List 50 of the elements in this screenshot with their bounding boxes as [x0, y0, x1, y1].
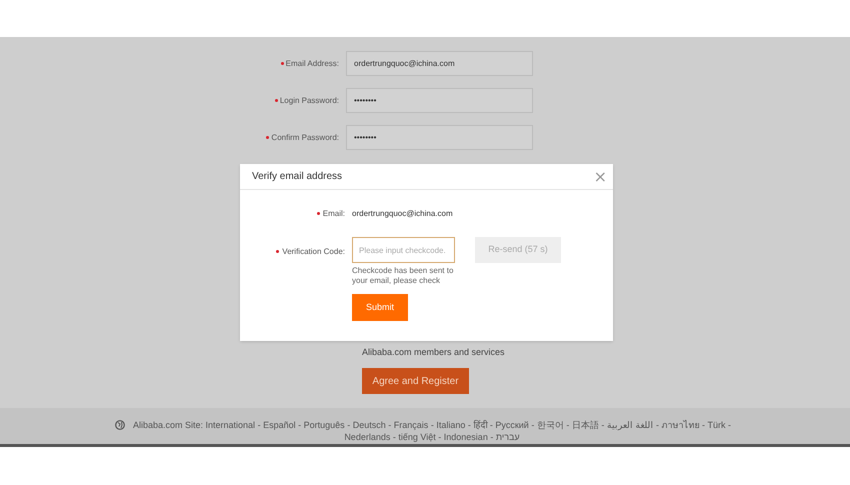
field-label: Login Password:	[280, 94, 339, 106]
checkcode-hint: Checkcode has been sent to your email, please check	[352, 266, 454, 286]
register-button[interactable]: Agree and Register	[362, 368, 469, 394]
language-link[interactable]: اللغة العربية	[606, 420, 654, 430]
separator: -	[531, 420, 534, 430]
site-label: Alibaba.com Site:	[132, 420, 204, 430]
separator: -	[656, 420, 659, 430]
separator: -	[298, 420, 302, 430]
language-link[interactable]: Nederlands	[344, 432, 390, 442]
language-link[interactable]: Português	[304, 420, 345, 430]
language-link[interactable]: Español	[263, 420, 296, 430]
close-button[interactable]: ×	[594, 168, 607, 184]
language-link[interactable]: Русский	[495, 420, 529, 430]
language-link[interactable]: 日本語	[572, 420, 599, 430]
dialog-title: Verify email address	[252, 170, 342, 184]
separator: -	[728, 420, 732, 430]
separator: -	[468, 420, 471, 430]
language-link[interactable]: עברית	[496, 432, 520, 442]
separator: -	[490, 420, 493, 430]
language-link[interactable]: Italiano	[436, 420, 466, 430]
language-link[interactable]: Français	[394, 420, 428, 430]
email-label: Email:	[322, 209, 345, 218]
language-link[interactable]: tiếng Việt	[398, 432, 436, 442]
separator: -	[347, 420, 350, 430]
language-link[interactable]: 한국어	[536, 420, 564, 430]
input-field[interactable]: ••••••••	[346, 125, 533, 150]
separator: -	[702, 420, 705, 430]
submit-button[interactable]: Submit	[352, 294, 408, 321]
input-field[interactable]: ordertrungquoc@ichina.com	[346, 51, 533, 76]
separator: -	[490, 432, 494, 442]
language-link[interactable]: Indonesian	[444, 432, 488, 442]
separator: -	[388, 420, 392, 430]
input-field[interactable]: ••••••••	[346, 88, 533, 113]
field-label: Email Address:	[286, 58, 339, 70]
language-link[interactable]: Türk	[708, 420, 726, 430]
language-link[interactable]: Deutsch	[352, 420, 386, 430]
verification-code-field[interactable]: Please input checkcode.	[352, 237, 455, 263]
email-value: ordertrungquoc@ichina.com	[352, 208, 453, 220]
language-link[interactable]: हिंदी	[473, 420, 488, 430]
separator: -	[430, 420, 434, 430]
separator: -	[392, 432, 396, 442]
language-link[interactable]: International	[206, 420, 256, 430]
agreement-text: Alibaba.com members and services	[362, 346, 505, 358]
language-link[interactable]: ภาษาไทย	[661, 420, 700, 430]
field-label: Confirm Password:	[271, 132, 339, 144]
separator: -	[566, 420, 570, 430]
separator: -	[258, 420, 261, 430]
verification-code-label: Verification Code:	[282, 247, 345, 256]
separator: -	[438, 432, 442, 442]
separator: -	[601, 420, 604, 430]
